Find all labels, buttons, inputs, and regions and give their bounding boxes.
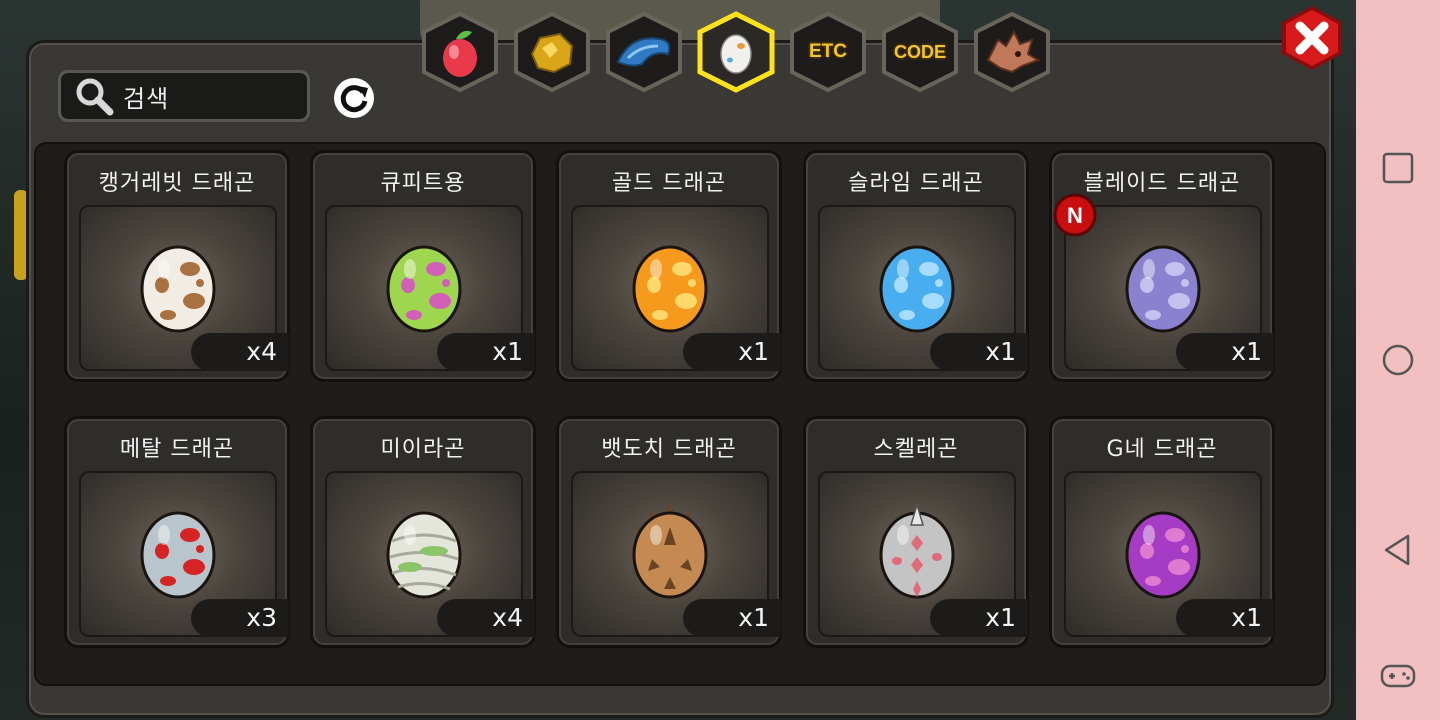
item-card[interactable]: 뱃도치 드래곤 x1 [556,416,782,648]
egg-icon [720,34,752,74]
item-count: x1 [437,333,535,371]
item-card[interactable]: 골드 드래곤 x1 [556,150,782,382]
etc-icon: ETC [809,41,847,62]
tab-scale[interactable] [602,10,686,94]
item-card[interactable]: 블레이드 드래곤 x1 [1049,150,1275,382]
item-name: G네 드래곤 [1106,437,1218,462]
item-count: x4 [191,333,289,371]
egg-icon [1125,245,1201,333]
back-button[interactable] [1378,530,1418,570]
item-name: 스켈레곤 [873,437,959,462]
new-badge: N [1053,193,1097,237]
egg-icon [386,245,462,333]
egg-icon [140,511,216,599]
egg-icon [632,503,708,599]
item-name: 골드 드래곤 [611,171,727,196]
egg-icon [632,245,708,333]
egg-icon [140,245,216,333]
item-count: x1 [683,333,781,371]
item-name: 뱃도치 드래곤 [601,437,737,462]
new-badge-label: N [1067,203,1083,228]
recent-apps-button[interactable] [1378,148,1418,188]
item-name: 메탈 드래곤 [119,437,235,462]
tab-egg[interactable] [694,10,778,94]
egg-icon [879,245,955,333]
search-placeholder: 검색 [123,84,170,113]
egg-icon [879,502,955,599]
item-name: 큐피트용 [380,171,466,196]
egg-icon [386,511,462,599]
item-count: x3 [191,599,289,637]
item-card[interactable]: 슬라임 드래곤 x1 [803,150,1029,382]
item-count: x1 [930,333,1028,371]
item-count: x1 [1176,333,1274,371]
home-button[interactable] [1378,340,1418,380]
category-tabs: ETC CODE [418,10,1058,94]
search-icon [76,78,114,116]
item-name: 미이라곤 [380,437,466,462]
item-name: 슬라임 드래곤 [848,171,984,196]
tab-dragon[interactable] [970,10,1054,94]
code-icon: CODE [893,41,946,62]
item-card[interactable]: G네 드래곤 x1 [1049,416,1275,648]
item-card[interactable]: 캥거레빗 드래곤 x4 [64,150,290,382]
item-card[interactable]: 큐피트용 x1 [310,150,536,382]
item-count: x1 [1176,599,1274,637]
item-count: x4 [437,599,535,637]
android-nav-bar [1356,0,1440,720]
item-card[interactable]: 미이라곤 x4 [310,416,536,648]
tab-etc[interactable]: ETC [786,10,870,94]
tab-gold[interactable] [510,10,594,94]
item-name: 캥거레빗 드래곤 [98,171,256,196]
item-count: x1 [930,599,1028,637]
search-input[interactable]: 검색 [58,70,310,122]
item-card[interactable]: 메탈 드래곤 x3 [64,416,290,648]
item-count: x1 [683,599,781,637]
close-button[interactable] [1278,4,1346,72]
egg-icon [1125,511,1201,599]
item-card[interactable]: 스켈레곤 x1 [803,416,1029,648]
refresh-icon[interactable] [332,76,376,120]
tab-fruit[interactable] [418,10,502,94]
tab-code[interactable]: CODE [878,10,962,94]
gamepad-icon[interactable] [1378,656,1418,696]
